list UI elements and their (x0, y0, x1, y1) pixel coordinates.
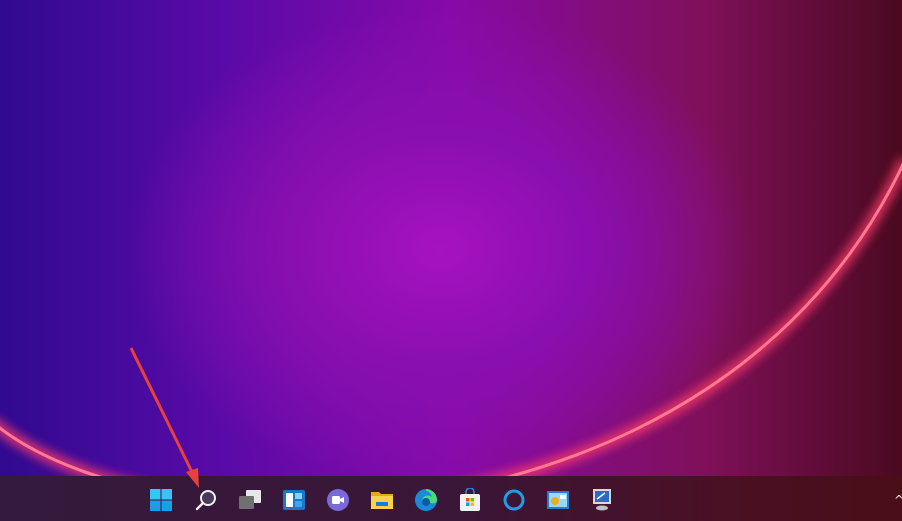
annotation-arrow (129, 347, 199, 488)
